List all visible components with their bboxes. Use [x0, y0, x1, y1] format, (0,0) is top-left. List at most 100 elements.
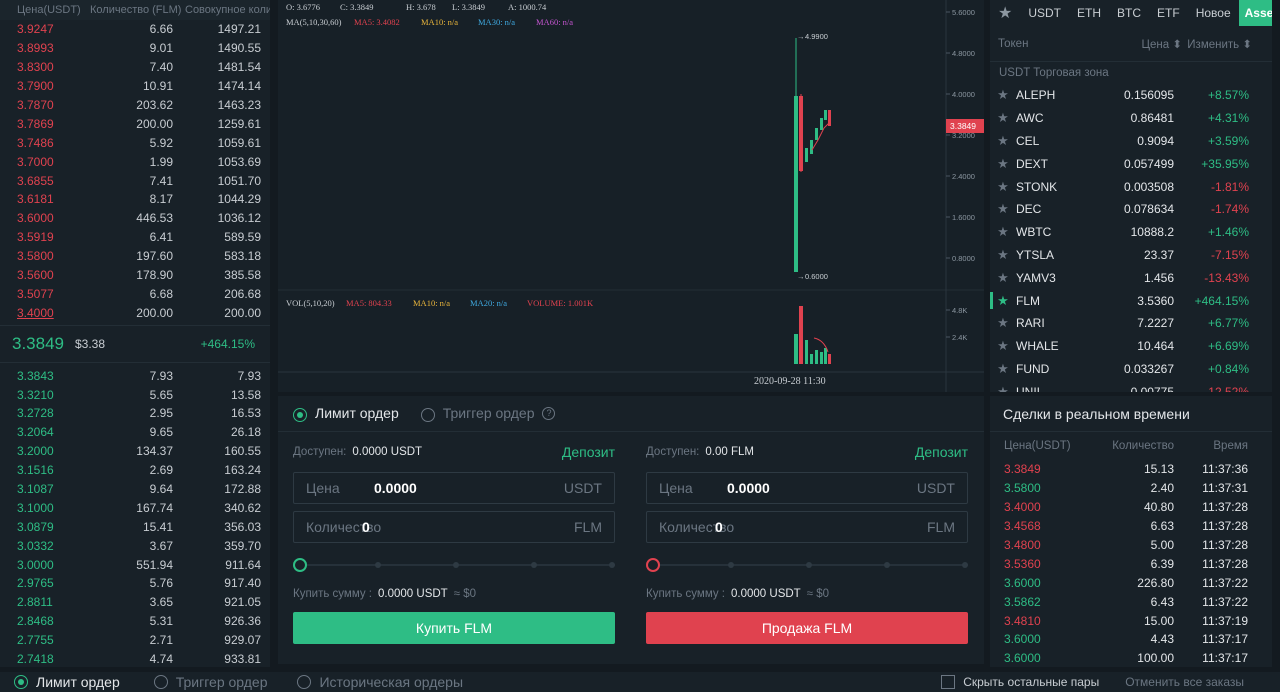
favorite-star-icon[interactable]: ★: [990, 156, 1016, 172]
trade-row[interactable]: 3.5862 6.43 11:37:22: [990, 592, 1272, 611]
buy-slider[interactable]: [293, 550, 615, 580]
sell-qty-field[interactable]: Количество 0 FLM: [646, 511, 968, 543]
favorite-star-icon[interactable]: ★: [990, 110, 1016, 126]
bid-row[interactable]: 3.1516 2.69 163.24: [0, 461, 270, 480]
bid-row[interactable]: 3.0332 3.67 359.70: [0, 536, 270, 555]
price-chart[interactable]: O: 3.6776 C: 3.3849 H: 3.678 L: 3.3849 A…: [278, 0, 984, 392]
favorite-star-icon[interactable]: ★: [990, 361, 1016, 377]
market-row[interactable]: ★ YAMV3 1.456 -13.43%: [990, 266, 1272, 289]
trade-row[interactable]: 3.6000 4.43 11:37:17: [990, 630, 1272, 649]
ask-row[interactable]: 3.5077 6.68 206.68: [0, 284, 270, 303]
market-row[interactable]: ★ RARI 7.2227 +6.77%: [990, 312, 1272, 335]
market-row[interactable]: ★ AWC 0.86481 +4.31%: [990, 107, 1272, 130]
bid-row[interactable]: 3.0879 15.41 356.03: [0, 517, 270, 536]
market-row[interactable]: ★ STONK 0.003508 -1.81%: [990, 175, 1272, 198]
market-row[interactable]: ★ ALEPH 0.156095 +8.57%: [990, 84, 1272, 107]
tab-new[interactable]: Новое: [1188, 6, 1239, 20]
bid-row[interactable]: 3.0000 551.94 911.64: [0, 555, 270, 574]
buy-qty-field[interactable]: Количество 0 FLM: [293, 511, 615, 543]
market-row[interactable]: ★ WHALE 10.464 +6.69%: [990, 335, 1272, 358]
buy-button[interactable]: Купить FLM: [293, 612, 615, 644]
sell-price-field[interactable]: Цена 0.0000 USDT: [646, 472, 968, 504]
tab-assessment[interactable]: Assessment: [1238, 0, 1272, 26]
bid-row[interactable]: 2.8468 5.31 926.36: [0, 612, 270, 631]
sell-deposit-link[interactable]: Депозит: [915, 444, 968, 460]
trade-row[interactable]: 3.4000 40.80 11:37:28: [990, 498, 1272, 517]
trade-row[interactable]: 3.4568 6.63 11:37:28: [990, 517, 1272, 536]
trade-row[interactable]: 3.3849 15.13 11:37:36: [990, 460, 1272, 479]
tab-etf[interactable]: ETF: [1149, 6, 1188, 20]
favorites-star-icon[interactable]: ★: [990, 3, 1020, 23]
help-icon[interactable]: ?: [542, 407, 556, 420]
ask-row[interactable]: 3.6181 8.17 1044.29: [0, 190, 270, 209]
ask-row[interactable]: 3.5600 178.90 385.58: [0, 266, 270, 285]
favorite-star-icon[interactable]: ★: [990, 247, 1016, 263]
market-row[interactable]: ★ WBTC 10888.2 +1.46%: [990, 221, 1272, 244]
ask-row[interactable]: 3.7486 5.92 1059.61: [0, 133, 270, 152]
market-row[interactable]: ★ CEL 0.9094 +3.59%: [990, 130, 1272, 153]
buy-qty-value[interactable]: 0: [362, 519, 574, 535]
tab-eth[interactable]: ETH: [1069, 6, 1109, 20]
tab-limit-orders[interactable]: Лимит ордер: [14, 674, 120, 690]
ask-row[interactable]: 3.7870 203.62 1463.23: [0, 96, 270, 115]
favorite-star-icon[interactable]: ★: [990, 315, 1016, 331]
hide-other-pairs[interactable]: Скрыть остальные пары: [941, 675, 1099, 689]
bid-row[interactable]: 2.8811 3.65 921.05: [0, 593, 270, 612]
ask-row[interactable]: 3.4000 200.00 200.00: [0, 303, 270, 322]
tab-usdt[interactable]: USDT: [1020, 6, 1069, 20]
bid-row[interactable]: 3.2728 2.95 16.53: [0, 404, 270, 423]
market-row[interactable]: ★ FUND 0.033267 +0.84%: [990, 358, 1272, 381]
market-row[interactable]: ★ YTSLA 23.37 -7.15%: [990, 244, 1272, 267]
sell-button[interactable]: Продажа FLM: [646, 612, 968, 644]
tab-limit-order[interactable]: Лимит ордер: [293, 405, 399, 422]
bid-row[interactable]: 3.3843 7.93 7.93: [0, 366, 270, 385]
buy-price-value[interactable]: 0.0000: [374, 480, 564, 496]
ask-row[interactable]: 3.7900 10.91 1474.14: [0, 77, 270, 96]
buy-deposit-link[interactable]: Депозит: [562, 444, 615, 460]
tab-trigger-orders[interactable]: Триггер ордер: [153, 674, 267, 690]
ask-row[interactable]: 3.5919 6.41 589.59: [0, 228, 270, 247]
buy-slider-handle[interactable]: [293, 558, 307, 572]
trade-row[interactable]: 3.5360 6.39 11:37:28: [990, 554, 1272, 573]
favorite-star-icon[interactable]: ★: [990, 338, 1016, 354]
ask-row[interactable]: 3.8993 9.01 1490.55: [0, 39, 270, 58]
favorite-star-icon[interactable]: ★: [990, 87, 1016, 103]
trade-row[interactable]: 3.4800 5.00 11:37:28: [990, 536, 1272, 555]
ask-row[interactable]: 3.5800 197.60 583.18: [0, 247, 270, 266]
ask-row[interactable]: 3.9247 6.66 1497.21: [0, 20, 270, 39]
bid-row[interactable]: 2.9765 5.76 917.40: [0, 574, 270, 593]
market-row[interactable]: ★ UNII 0.00775 -12.52%: [990, 380, 1272, 392]
buy-price-field[interactable]: Цена 0.0000 USDT: [293, 472, 615, 504]
col-change-sort[interactable]: Изменить ⬍: [1182, 37, 1252, 51]
favorite-star-icon[interactable]: ★: [990, 201, 1016, 217]
favorite-star-icon[interactable]: ★: [990, 224, 1016, 240]
bid-row[interactable]: 3.1087 9.64 172.88: [0, 480, 270, 499]
market-row[interactable]: ★ DEC 0.078634 -1.74%: [990, 198, 1272, 221]
bid-row[interactable]: 3.2064 9.65 26.18: [0, 423, 270, 442]
trade-row[interactable]: 3.6000 226.80 11:37:22: [990, 573, 1272, 592]
ask-row[interactable]: 3.7869 200.00 1259.61: [0, 114, 270, 133]
ask-row[interactable]: 3.7000 1.99 1053.69: [0, 152, 270, 171]
ask-row[interactable]: 3.6855 7.41 1051.70: [0, 171, 270, 190]
tab-btc[interactable]: BTC: [1109, 6, 1149, 20]
cancel-all-button[interactable]: Отменить все заказы: [1125, 675, 1244, 689]
bid-row[interactable]: 3.1000 167.74 340.62: [0, 498, 270, 517]
market-row[interactable]: ★ DEXT 0.057499 +35.95%: [990, 152, 1272, 175]
sell-qty-value[interactable]: 0: [715, 519, 927, 535]
tab-history-orders[interactable]: Историческая ордеры: [297, 674, 463, 690]
col-price-sort[interactable]: Цена ⬍: [1124, 37, 1183, 51]
favorite-star-icon[interactable]: ★: [990, 270, 1016, 286]
bid-row[interactable]: 3.3210 5.65 13.58: [0, 385, 270, 404]
market-row[interactable]: ★ FLM 3.5360 +464.15%: [990, 289, 1272, 312]
bid-row[interactable]: 2.7418 4.74 933.81: [0, 650, 270, 667]
ask-row[interactable]: 3.8300 7.40 1481.54: [0, 58, 270, 77]
bid-row[interactable]: 3.2000 134.37 160.55: [0, 442, 270, 461]
bid-row[interactable]: 2.7755 2.71 929.07: [0, 631, 270, 650]
trade-row[interactable]: 3.5800 2.40 11:37:31: [990, 479, 1272, 498]
sell-slider-handle[interactable]: [646, 558, 660, 572]
trade-row[interactable]: 3.6000 100.00 11:37:17: [990, 649, 1272, 667]
favorite-star-icon[interactable]: ★: [990, 293, 1016, 309]
tab-trigger-order[interactable]: Триггер ордер: [420, 405, 534, 422]
favorite-star-icon[interactable]: ★: [990, 384, 1016, 392]
ask-row[interactable]: 3.6000 446.53 1036.12: [0, 209, 270, 228]
